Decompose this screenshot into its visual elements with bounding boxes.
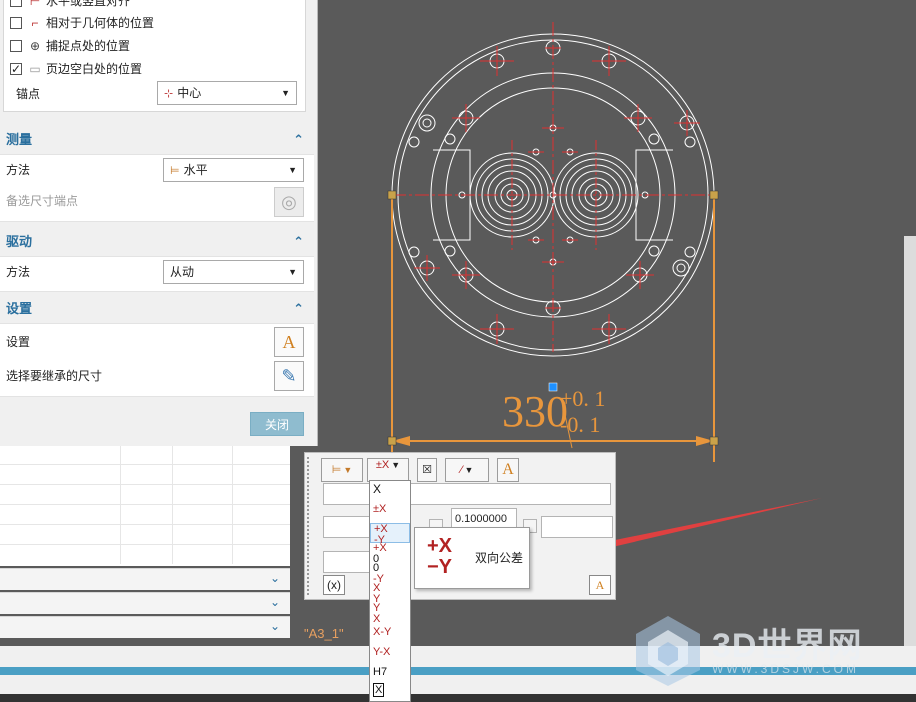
- tolerance-option-basic[interactable]: X: [370, 683, 410, 702]
- value-box-icon[interactable]: ☒: [417, 458, 437, 482]
- option-geometry[interactable]: ⌐ 相对于几何体的位置: [10, 13, 154, 33]
- chevron-down-icon: ▼: [281, 88, 290, 98]
- dim-style-dropdown[interactable]: ⊨ ▼: [321, 458, 363, 482]
- tolerance-tooltip: +X −Y 双向公差: [414, 527, 530, 589]
- horizontal-dim-icon: ⊨: [331, 464, 342, 476]
- option-align[interactable]: ⊢ 水平或竖直对齐: [10, 0, 130, 11]
- details-table: [0, 446, 290, 566]
- collapse-icon: ⌃: [293, 132, 304, 147]
- precision-dropdown[interactable]: ⁄ ▼: [445, 458, 489, 482]
- collapsed-section-1[interactable]: ⌄: [0, 568, 290, 590]
- bilateral-tolerance-icon: ±X: [375, 459, 390, 471]
- taskbar: [0, 694, 916, 702]
- expression-button[interactable]: (x): [323, 575, 345, 595]
- drive-section-header[interactable]: 驱动 ⌃: [0, 228, 314, 256]
- toolbar-grip[interactable]: [307, 457, 311, 595]
- drive-method-label: 方法: [6, 265, 31, 279]
- tolerance-option-unilateral-plus[interactable]: +X 0: [370, 543, 410, 565]
- dimension-value[interactable]: 330: [502, 387, 568, 436]
- tolerance-option-limit-lower[interactable]: YX: [370, 603, 410, 625]
- measure-section-header[interactable]: 测量 ⌃: [0, 126, 314, 154]
- center-anchor-icon: ⊹: [164, 88, 174, 100]
- measure-method-label: 方法: [6, 163, 31, 177]
- expand-icon: ⌄: [269, 571, 280, 585]
- tolerance-option-limit-upper[interactable]: XY: [370, 583, 410, 605]
- tolerance-option-bilateral[interactable]: +X -Y: [370, 523, 410, 546]
- tolerance-option-limit-line-reverse[interactable]: Y-X: [370, 647, 410, 667]
- option-align-checkbox[interactable]: [10, 0, 22, 7]
- eyedropper-icon[interactable]: ✎: [274, 361, 304, 391]
- canvas-scrollbar[interactable]: [904, 236, 916, 646]
- close-button[interactable]: 关闭: [250, 412, 304, 436]
- snap-point-icon: ⊕: [29, 39, 41, 53]
- alt-endpoint-label: 备选尺寸端点: [6, 194, 79, 208]
- chevron-down-icon: ▼: [288, 165, 297, 175]
- text-settings-icon[interactable]: A: [497, 458, 519, 482]
- tolerance-type-list: X ±X +X -Y +X 0 0 -Y XY YX X-Y Y-X H7 X: [369, 480, 411, 702]
- position-group: ⊢水平或竖直对齐 ⌐相对于几何体的位置 ⊕捕捉点处的位置 ▭页边空白处的位置 锚…: [3, 0, 306, 112]
- tolerance-type-dropdown[interactable]: ±X ▼: [367, 458, 409, 482]
- sheet-name: "A3_1": [304, 626, 344, 641]
- option-geometry-checkbox[interactable]: [10, 17, 22, 29]
- expand-icon: ⌄: [269, 619, 280, 633]
- prefix-text-field[interactable]: [323, 483, 611, 505]
- anchor-label: 锚点: [16, 87, 41, 101]
- margin-position-icon: ▭: [29, 62, 41, 76]
- geometry-position-icon: ⌐: [31, 16, 39, 30]
- settings-section-header[interactable]: 设置 ⌃: [0, 295, 314, 323]
- horizontal-dim-icon: ⊨: [170, 165, 180, 177]
- collapsed-section-3[interactable]: ⌄: [0, 616, 290, 638]
- settings-label: 设置: [6, 335, 31, 349]
- text-settings-icon[interactable]: A: [274, 327, 304, 357]
- measure-section: 方法 ⊨ 水平 ▼ 备选尺寸端点 ◎: [0, 154, 314, 222]
- lower-tolerance: -0. 1: [560, 412, 600, 437]
- precision-icon: ⁄: [460, 464, 463, 476]
- upper-tolerance: +0. 1: [560, 386, 605, 411]
- text-style-icon[interactable]: A: [589, 575, 611, 595]
- option-snap[interactable]: ⊕ 捕捉点处的位置: [10, 36, 130, 56]
- tolerance-option-none[interactable]: X: [370, 483, 410, 504]
- inherit-label: 选择要继承的尺寸: [6, 369, 103, 383]
- bilateral-tolerance-icon: +X −Y: [427, 535, 453, 578]
- measure-method-dropdown[interactable]: ⊨ 水平 ▼: [163, 158, 304, 182]
- anchor-dropdown[interactable]: ⊹ 中心 ▼: [157, 81, 297, 105]
- dimension-dialog: ⊢水平或竖直对齐 ⌐相对于几何体的位置 ⊕捕捉点处的位置 ▭页边空白处的位置 锚…: [0, 0, 318, 446]
- expand-icon: ⌄: [269, 595, 280, 609]
- watermark-url: WWW.3DSJW.COM: [712, 662, 859, 676]
- align-icon: ⊢: [29, 0, 41, 8]
- tolerance-option-equal-bilateral[interactable]: ±X: [370, 504, 410, 524]
- collapse-icon: ⌃: [293, 234, 304, 249]
- suffix-text-field[interactable]: [541, 516, 613, 538]
- tolerance-option-unilateral-minus[interactable]: 0 -Y: [370, 563, 410, 585]
- alt-endpoint-icon[interactable]: ◎: [274, 187, 304, 217]
- drive-method-dropdown[interactable]: 从动 ▼: [163, 260, 304, 284]
- watermark-logo-icon: [636, 616, 700, 686]
- tooltip-label: 双向公差: [475, 551, 524, 565]
- settings-section: 设置 A 选择要继承的尺寸 ✎: [0, 323, 314, 397]
- chevron-down-icon: ▼: [288, 267, 297, 277]
- collapsed-section-2[interactable]: ⌄: [0, 592, 290, 614]
- option-snap-checkbox[interactable]: [10, 40, 22, 52]
- drive-section: 方法 从动 ▼: [0, 256, 314, 292]
- option-margin-checkbox[interactable]: [10, 59, 22, 79]
- option-margin[interactable]: ▭页边空白处的位置: [10, 59, 142, 79]
- watermark-text: 3D世界网: [712, 627, 863, 665]
- collapse-icon: ⌃: [293, 301, 304, 316]
- tolerance-option-limit-line[interactable]: X-Y: [370, 627, 410, 647]
